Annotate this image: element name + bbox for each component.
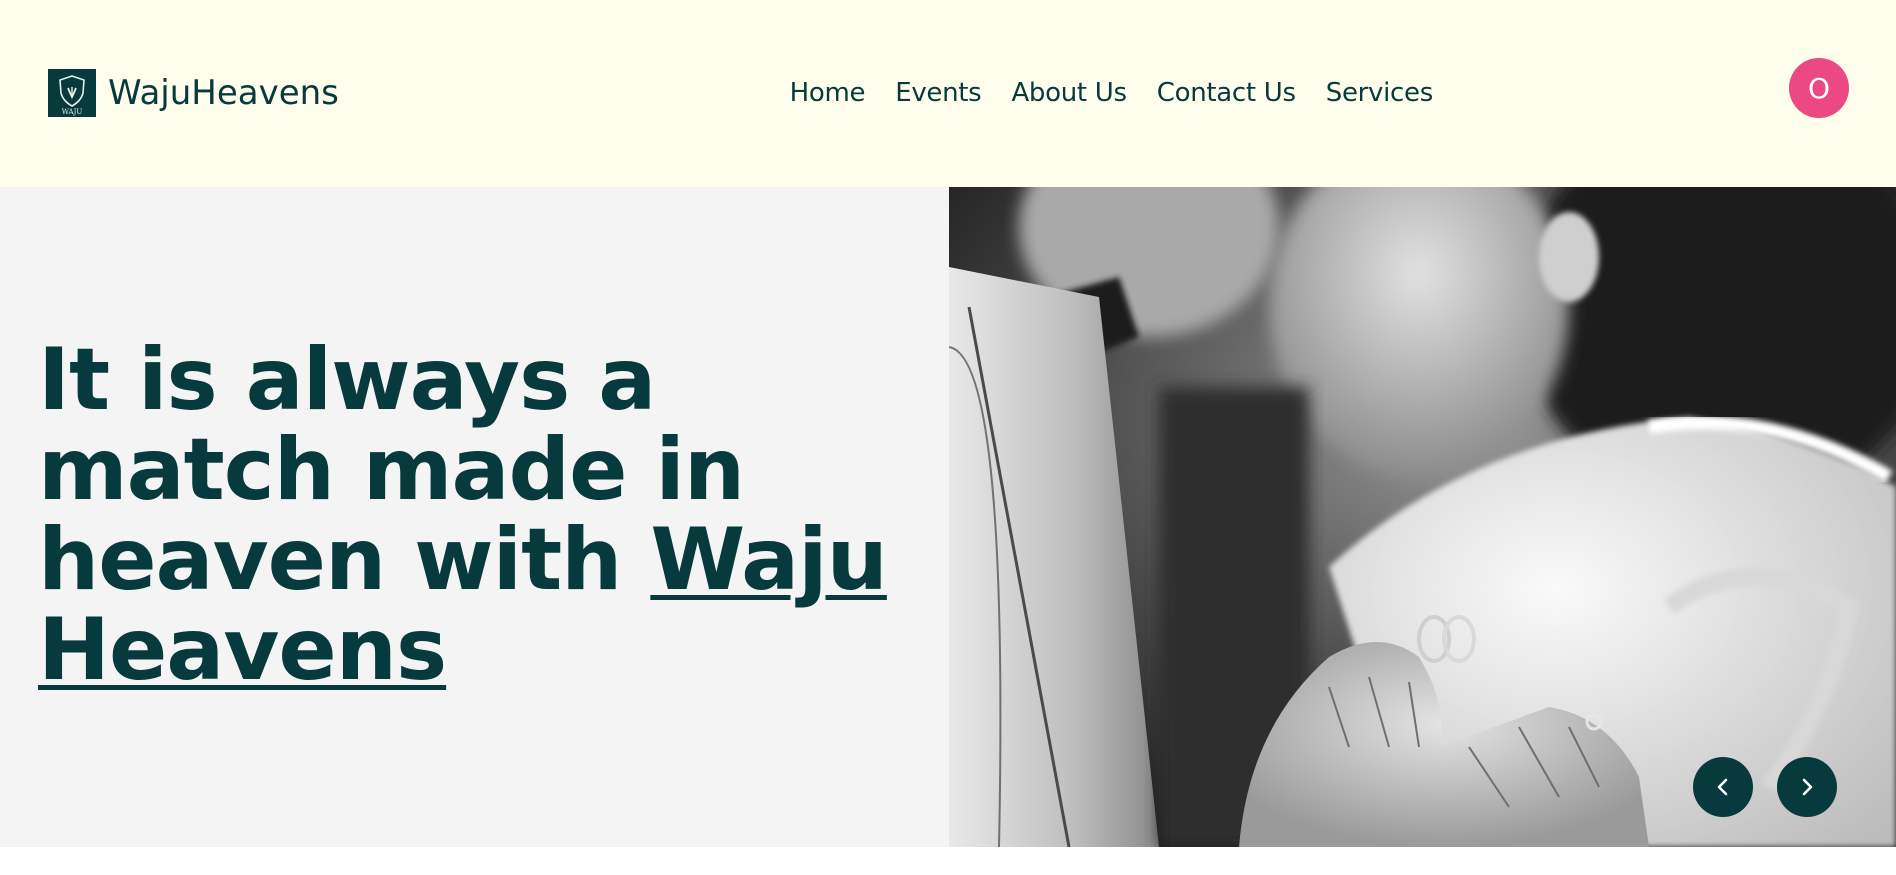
main-nav: Home Events About Us Contact Us Services — [790, 76, 1434, 110]
carousel-next-button[interactable] — [1777, 757, 1837, 817]
brand-logo: WAJU — [48, 69, 96, 117]
hero-title: It is always a match made in heaven with… — [38, 335, 938, 695]
hero-title-text: It is always a match made in heaven with — [38, 330, 745, 610]
shield-logo-icon: WAJU — [59, 75, 85, 116]
brand-home-link[interactable]: WAJU WajuHeavens — [48, 68, 339, 118]
page-bottom-area — [0, 847, 1896, 875]
brand-name: WajuHeavens — [108, 73, 339, 113]
site-header: WAJU WajuHeavens Home Events About Us Co… — [0, 0, 1896, 187]
nav-home[interactable]: Home — [790, 78, 866, 108]
chevron-right-icon — [1802, 778, 1813, 796]
nav-services[interactable]: Services — [1326, 78, 1434, 108]
chevron-left-icon — [1717, 778, 1728, 796]
nav-about-us[interactable]: About Us — [1011, 78, 1127, 108]
avatar-initial: O — [1807, 71, 1831, 105]
svg-text:WAJU: WAJU — [62, 108, 83, 116]
wedding-couple-photo — [949, 187, 1896, 847]
user-avatar-button[interactable]: O — [1789, 58, 1849, 118]
carousel-prev-button[interactable] — [1693, 757, 1753, 817]
hero-image — [949, 187, 1896, 847]
nav-contact-us[interactable]: Contact Us — [1157, 78, 1296, 108]
hero-text-panel: It is always a match made in heaven with… — [0, 187, 949, 847]
nav-events[interactable]: Events — [895, 78, 982, 108]
